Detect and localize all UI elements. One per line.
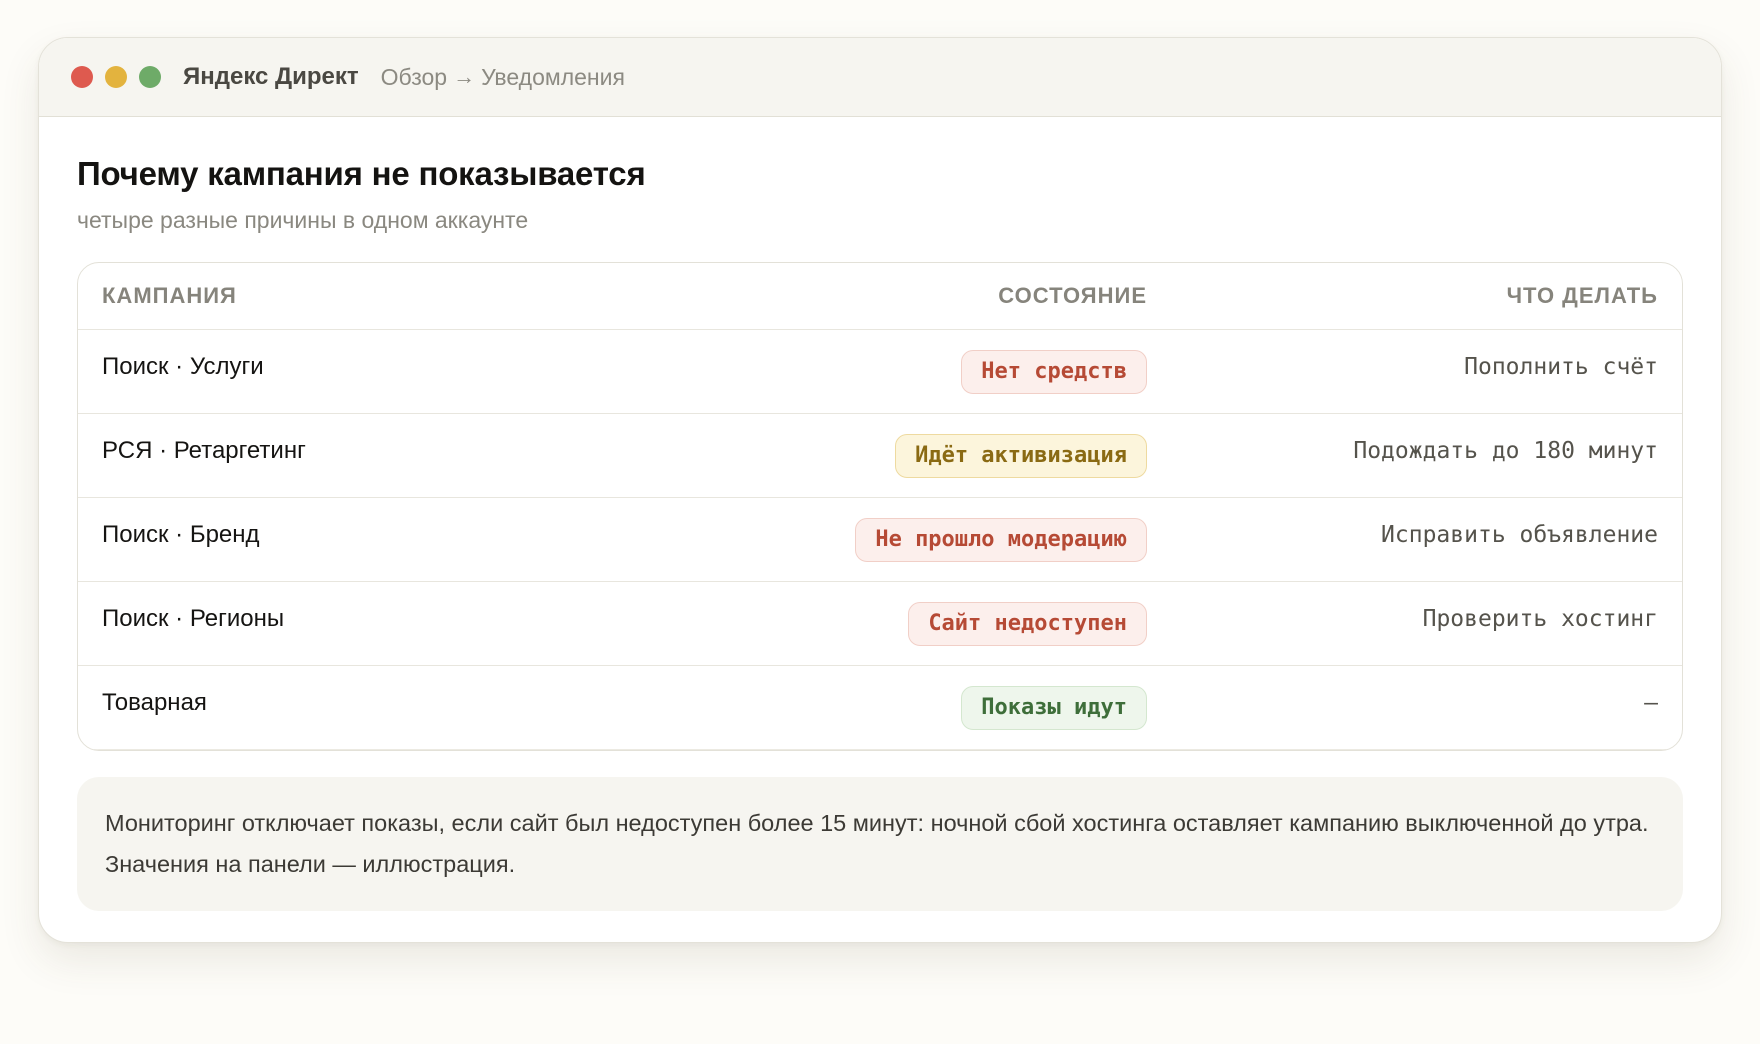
table-row[interactable]: Поиск · Услуги Нет средств Пополнить счё… bbox=[78, 329, 1682, 414]
page-subtitle: четыре разные причины в одном аккаунте bbox=[77, 207, 529, 233]
column-header-action: Что делать bbox=[1147, 263, 1682, 330]
campaign-name: Товарная bbox=[78, 665, 627, 750]
table-row[interactable]: Поиск · Регионы Сайт недоступен Проверит… bbox=[78, 581, 1682, 666]
table-row[interactable]: Товарная Показы идут — bbox=[78, 665, 1682, 750]
breadcrumb: Обзор → Уведомления bbox=[381, 64, 625, 91]
main-content: Почему кампания не показывается четыре р… bbox=[39, 117, 1721, 911]
table-row[interactable]: Поиск · Бренд Не прошло модерацию Исправ… bbox=[78, 497, 1682, 582]
status-badge: Нет средств bbox=[961, 350, 1147, 394]
column-header-campaign: Кампания bbox=[78, 263, 627, 330]
campaign-name: Поиск · Бренд bbox=[78, 497, 627, 582]
breadcrumb-item-overview[interactable]: Обзор bbox=[381, 64, 447, 91]
title-bar: Яндекс Директ Обзор → Уведомления bbox=[39, 38, 1721, 117]
page-title: Почему кампания не показывается bbox=[77, 155, 646, 192]
breadcrumb-item-notifications[interactable]: Уведомления bbox=[481, 64, 625, 91]
maximize-window-button[interactable] bbox=[139, 66, 161, 88]
arrow-right-icon: → bbox=[453, 64, 476, 89]
status-badge: Идёт активизация bbox=[895, 434, 1147, 478]
app-window: Яндекс Директ Обзор → Уведомления Почему… bbox=[38, 37, 1722, 943]
campaigns-table-card: Кампания Состояние Что делать Поиск · Ус… bbox=[77, 262, 1683, 751]
table-header-row: Кампания Состояние Что делать bbox=[78, 263, 1682, 330]
window-controls bbox=[71, 66, 173, 88]
status-badge: Показы идут bbox=[961, 686, 1147, 730]
action-text: — bbox=[1147, 665, 1682, 750]
status-badge: Сайт недоступен bbox=[908, 602, 1147, 646]
status-badge: Не прошло модерацию bbox=[855, 518, 1147, 562]
campaign-name: Поиск · Регионы bbox=[78, 581, 627, 666]
action-text: Исправить объявление bbox=[1147, 497, 1682, 582]
action-text: Проверить хостинг bbox=[1147, 581, 1682, 666]
campaign-name: РСЯ · Ретаргетинг bbox=[78, 413, 627, 498]
campaign-name: Поиск · Услуги bbox=[78, 329, 627, 414]
minimize-window-button[interactable] bbox=[105, 66, 127, 88]
app-name: Яндекс Директ bbox=[183, 63, 359, 90]
column-header-status: Состояние bbox=[627, 263, 1147, 330]
action-text: Подождать до 180 минут bbox=[1147, 413, 1682, 498]
action-text: Пополнить счёт bbox=[1147, 329, 1682, 414]
info-note: Мониторинг отключает показы, если сайт б… bbox=[77, 776, 1683, 911]
table-row[interactable]: РСЯ · Ретаргетинг Идёт активизация Подож… bbox=[78, 413, 1682, 498]
campaigns-table: Кампания Состояние Что делать Поиск · Ус… bbox=[78, 263, 1682, 750]
close-window-button[interactable] bbox=[71, 66, 93, 88]
